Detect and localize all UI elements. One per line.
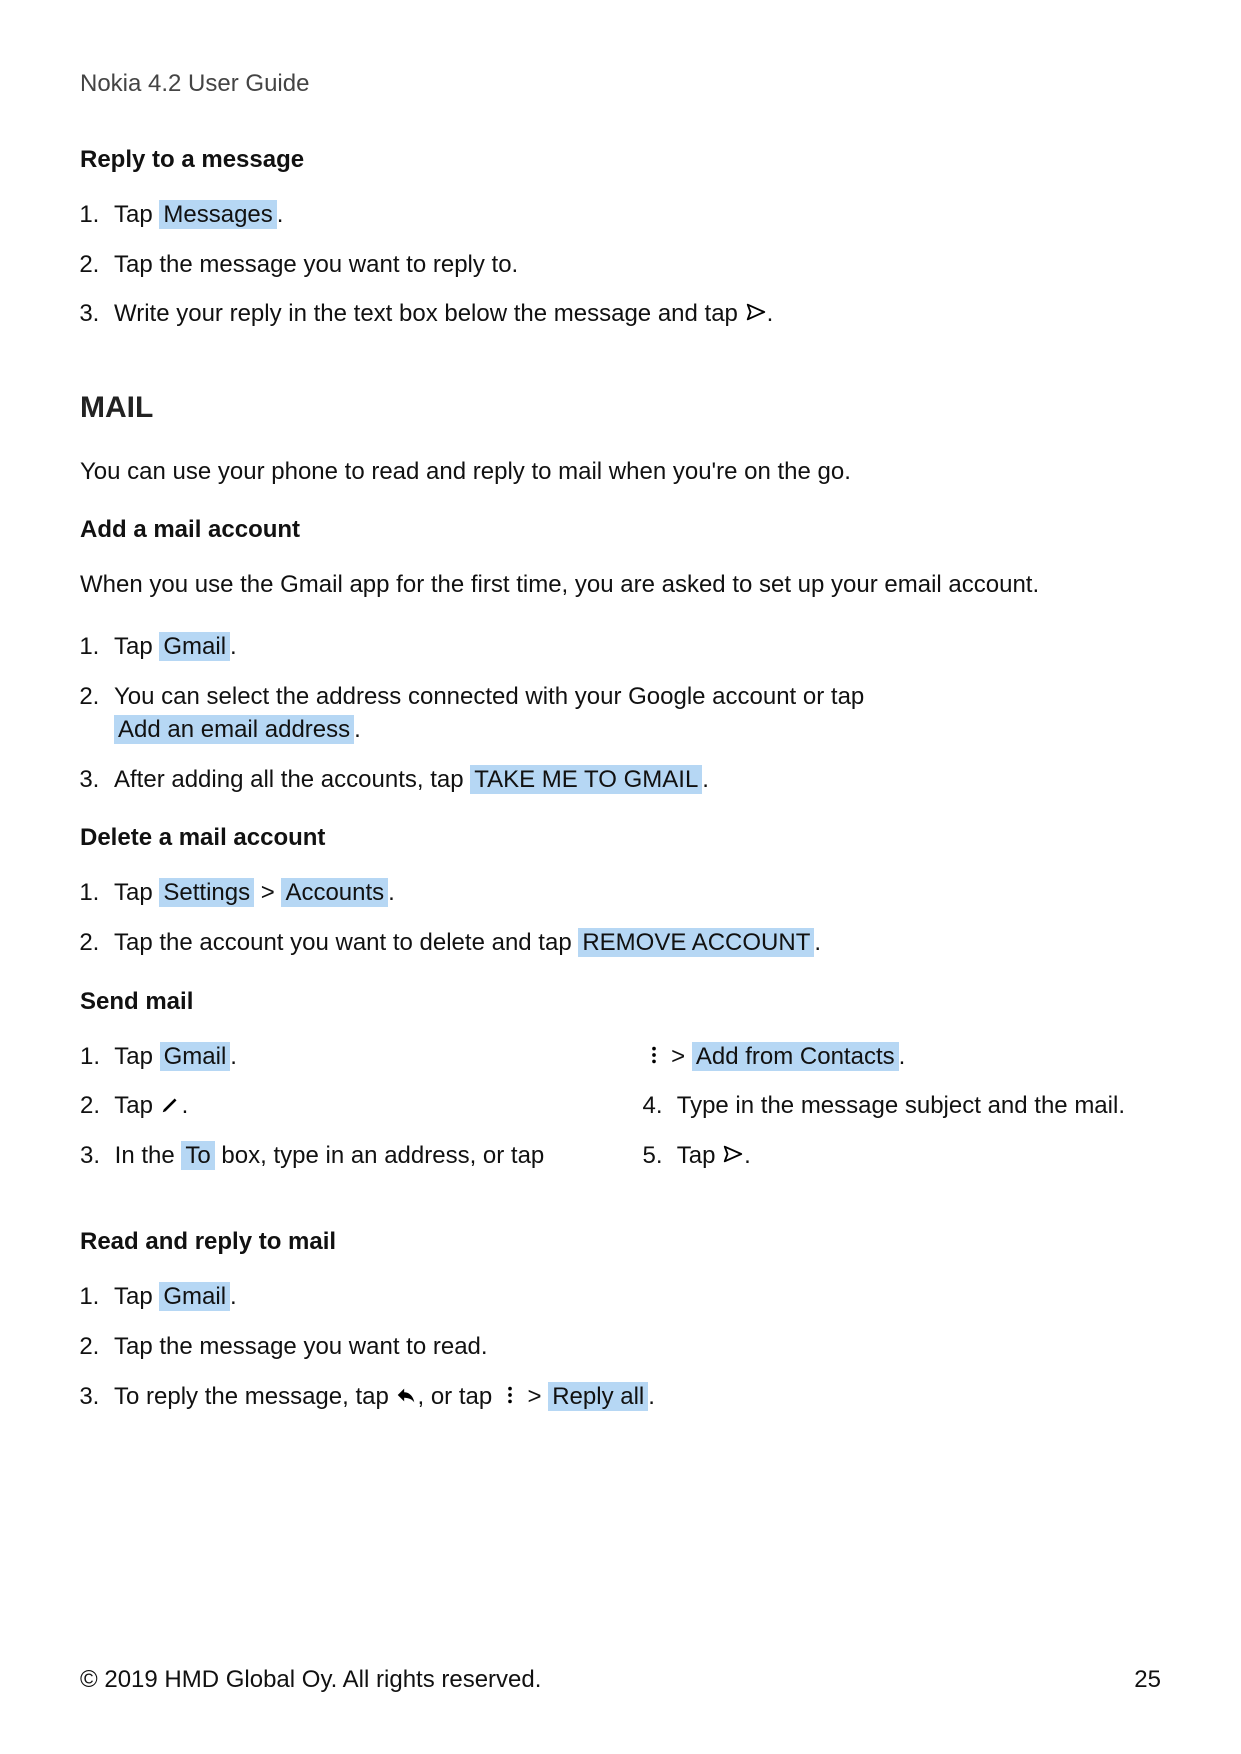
text: In the <box>115 1142 182 1169</box>
text: After adding all the accounts, tap <box>114 766 470 793</box>
step-number: 3. <box>80 1139 108 1173</box>
heading-read-reply-mail: Read and reply to mail <box>80 1228 1161 1256</box>
step-number: 5. <box>643 1139 671 1173</box>
text: > <box>665 1043 692 1070</box>
list-item: 2. Tap . <box>80 1089 599 1123</box>
list-item: Tap the message you want to reply to. <box>106 248 1161 282</box>
text: > <box>521 1383 548 1410</box>
text: Tap the account you want to delete and t… <box>114 929 578 956</box>
steps-send-mail: 1. Tap Gmail. 2. Tap . 3. In the To box,… <box>80 1040 1161 1189</box>
list-item: Tap Gmail. <box>106 1280 1161 1314</box>
send-icon <box>722 1142 744 1169</box>
text: Tap <box>114 1043 159 1070</box>
heading-add-mail-account: Add a mail account <box>80 516 1161 544</box>
list-item: 5. Tap . <box>643 1139 1162 1173</box>
page-number: 25 <box>1134 1666 1161 1694</box>
ui-label-to: To <box>181 1141 214 1170</box>
text: . <box>354 716 361 743</box>
list-item: After adding all the accounts, tap TAKE … <box>106 763 1161 797</box>
text: Write your reply in the text box below t… <box>114 300 745 327</box>
text: . <box>182 1092 189 1119</box>
list-item: 4. Type in the message subject and the m… <box>643 1089 1162 1123</box>
ui-label-accounts: Accounts <box>281 878 388 907</box>
text: box, type in an address, or tap <box>215 1142 545 1169</box>
steps-add-mail-account: Tap Gmail. You can select the address co… <box>80 630 1161 796</box>
ui-label-settings: Settings <box>159 878 254 907</box>
ui-label-add-email-address: Add an email address <box>114 715 354 744</box>
step-number: 2. <box>80 1089 108 1123</box>
heading-send-mail: Send mail <box>80 988 1161 1016</box>
text: Tap <box>114 879 159 906</box>
text: . <box>388 879 395 906</box>
list-item: 3. In the To box, type in an address, or… <box>80 1139 599 1173</box>
text: > <box>254 879 281 906</box>
steps-delete-mail-account: Tap Settings > Accounts. Tap the account… <box>80 876 1161 959</box>
edit-icon <box>160 1092 182 1119</box>
text: . <box>702 766 709 793</box>
list-item: 1. Tap Gmail. <box>80 1040 599 1074</box>
send-icon <box>745 300 767 327</box>
list-item: Tap Messages. <box>106 198 1161 232</box>
mail-intro: You can use your phone to read and reply… <box>80 455 1161 489</box>
text: . <box>648 1383 655 1410</box>
add-account-intro: When you use the Gmail app for the first… <box>80 568 1161 602</box>
text: Tap <box>114 1092 159 1119</box>
list-item: To reply the message, tap , or tap > Rep… <box>106 1380 1161 1414</box>
text: . <box>277 201 284 228</box>
list-item: Tap the message you want to read. <box>106 1330 1161 1364</box>
list-item: Write your reply in the text box below t… <box>106 297 1161 331</box>
ui-label-gmail: Gmail <box>160 1042 231 1071</box>
list-item: You can select the address connected wit… <box>106 680 1161 747</box>
steps-reply-to-message: Tap Messages. Tap the message you want t… <box>80 198 1161 331</box>
text: Tap <box>114 201 159 228</box>
heading-reply-to-message: Reply to a message <box>80 146 1161 174</box>
text: To reply the message, tap <box>114 1383 395 1410</box>
text: , or tap <box>417 1383 498 1410</box>
heading-mail: MAIL <box>80 391 1161 425</box>
copyright-text: © 2019 HMD Global Oy. All rights reserve… <box>80 1666 541 1694</box>
text: . <box>230 633 237 660</box>
text: . <box>767 300 774 327</box>
ui-label-add-from-contacts: Add from Contacts <box>692 1042 899 1071</box>
ui-label-gmail: Gmail <box>159 632 230 661</box>
list-item: Tap the account you want to delete and t… <box>106 926 1161 960</box>
text: . <box>230 1283 237 1310</box>
list-item: Tap Settings > Accounts. <box>106 876 1161 910</box>
text: Type in the message subject and the mail… <box>677 1092 1125 1119</box>
list-item-continuation: > Add from Contacts. <box>643 1040 1162 1074</box>
text: . <box>899 1043 906 1070</box>
text: . <box>230 1043 237 1070</box>
text: . <box>814 929 821 956</box>
steps-read-reply-mail: Tap Gmail. Tap the message you want to r… <box>80 1280 1161 1413</box>
heading-delete-mail-account: Delete a mail account <box>80 824 1161 852</box>
ui-label-reply-all: Reply all <box>548 1382 648 1411</box>
ui-label-gmail: Gmail <box>159 1282 230 1311</box>
text: . <box>744 1142 751 1169</box>
text: You can select the address connected wit… <box>114 683 864 710</box>
step-number: 4. <box>643 1089 671 1123</box>
document-header: Nokia 4.2 User Guide <box>80 70 1161 98</box>
ui-label-messages: Messages <box>159 200 276 229</box>
ui-label-take-me-to-gmail: TAKE ME TO GMAIL <box>470 765 702 794</box>
text: Tap <box>114 633 159 660</box>
list-item: Tap Gmail. <box>106 630 1161 664</box>
more-icon <box>499 1383 521 1410</box>
text: Tap <box>677 1142 722 1169</box>
text: Tap <box>114 1283 159 1310</box>
ui-label-remove-account: REMOVE ACCOUNT <box>578 928 814 957</box>
more-icon <box>643 1043 665 1070</box>
step-number: 1. <box>80 1040 108 1074</box>
reply-icon <box>395 1383 417 1410</box>
